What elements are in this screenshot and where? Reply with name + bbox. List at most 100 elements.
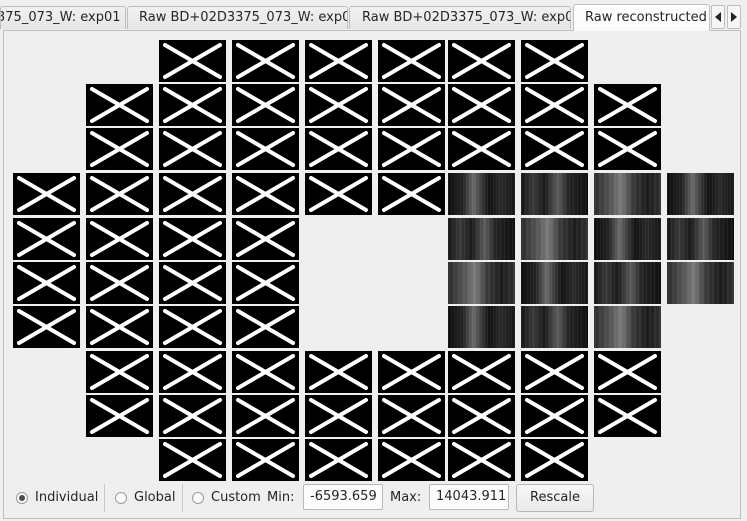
cross-icon [163, 221, 222, 257]
detector-chip-missing [521, 351, 588, 393]
cross-icon [382, 131, 441, 167]
cross-icon [382, 87, 441, 123]
reconstructed-view-panel [3, 30, 741, 519]
tab-exp01[interactable]: 375_073_W: exp01 [0, 6, 126, 29]
cross-icon [90, 221, 149, 257]
detector-chip-missing [86, 306, 153, 348]
min-input[interactable]: -6593.659 [303, 484, 383, 510]
detector-chip-missing [232, 40, 299, 82]
cross-icon [90, 354, 149, 390]
tab-exp02-label: Raw BD+02D3375_073_W: exp02 [139, 10, 348, 25]
cross-icon [236, 309, 295, 345]
detector-chip-missing [305, 351, 372, 393]
detector-chip-missing [232, 84, 299, 126]
cross-icon [236, 354, 295, 390]
cross-icon [236, 131, 295, 167]
radio-global-indicator[interactable] [115, 491, 127, 504]
detector-chip-missing [305, 40, 372, 82]
detector-chip-missing [378, 395, 445, 437]
detector-chip-missing [159, 128, 226, 170]
tab-scroll-left-button[interactable] [711, 5, 725, 29]
cross-icon [236, 442, 295, 478]
cross-icon [90, 309, 149, 345]
detector-chip-missing [448, 128, 515, 170]
detector-chip-image [594, 306, 661, 348]
cross-icon [163, 398, 222, 434]
radio-global[interactable]: Global [115, 490, 175, 505]
detector-chip-missing [594, 84, 661, 126]
tab-exp03[interactable]: Raw BD+02D3375_073_W: exp03 [349, 6, 571, 29]
tab-scroll-right-button[interactable] [727, 5, 741, 29]
detector-chip-missing [305, 84, 372, 126]
detector-chip-image [667, 173, 734, 215]
detector-chip-missing [86, 262, 153, 304]
detector-chip-missing [521, 439, 588, 481]
cross-icon [163, 87, 222, 123]
cross-icon [452, 442, 511, 478]
cross-icon [90, 131, 149, 167]
cross-icon [163, 309, 222, 345]
detector-chip-missing [159, 40, 226, 82]
detector-chip-image [594, 262, 661, 304]
cross-icon [163, 265, 222, 301]
detector-chip-image [521, 218, 588, 260]
detector-chip-image [521, 173, 588, 215]
detector-chip-missing [521, 128, 588, 170]
detector-chip-image [448, 262, 515, 304]
cross-icon [309, 87, 368, 123]
cross-icon [17, 221, 76, 257]
radio-individual-indicator[interactable] [16, 491, 28, 504]
detector-chip-missing [159, 351, 226, 393]
detector-chip-image [667, 262, 734, 304]
detector-chip-missing [521, 40, 588, 82]
cross-icon [90, 398, 149, 434]
cross-icon [163, 354, 222, 390]
radio-custom[interactable]: Custom [192, 490, 261, 505]
cross-icon [309, 131, 368, 167]
detector-chip-missing [86, 218, 153, 260]
detector-chip-missing [13, 218, 80, 260]
cross-icon [452, 87, 511, 123]
detector-chip-missing [232, 351, 299, 393]
cross-icon [309, 354, 368, 390]
radio-custom-indicator[interactable] [192, 491, 204, 504]
detector-chip-missing [594, 351, 661, 393]
tab-exp03-label: Raw BD+02D3375_073_W: exp03 [362, 10, 571, 25]
detector-chip-missing [448, 40, 515, 82]
cross-icon [309, 442, 368, 478]
detector-chip-missing [13, 173, 80, 215]
detector-chip-missing [232, 128, 299, 170]
cross-icon [598, 131, 657, 167]
detector-chip-missing [86, 395, 153, 437]
cross-icon [525, 442, 584, 478]
cross-icon [90, 87, 149, 123]
separator [104, 484, 105, 512]
tab-exp01-label: 375_073_W: exp01 [0, 10, 121, 25]
tab-raw-reconstructed-label: Raw reconstructed [585, 10, 707, 25]
detector-chip-missing [448, 395, 515, 437]
radio-individual[interactable]: Individual [16, 490, 98, 505]
detector-chip-missing [86, 173, 153, 215]
detector-chip-missing [448, 439, 515, 481]
cross-icon [236, 221, 295, 257]
cross-icon [163, 176, 222, 212]
detector-chip-missing [86, 84, 153, 126]
max-label: Max: [390, 490, 422, 505]
cross-icon [236, 87, 295, 123]
cross-icon [90, 176, 149, 212]
detector-chip-missing [378, 40, 445, 82]
cross-icon [17, 309, 76, 345]
radio-custom-label: Custom [211, 490, 261, 505]
cross-icon [452, 398, 511, 434]
cross-icon [17, 176, 76, 212]
max-input[interactable]: 14043.911 [429, 484, 509, 510]
detector-chip-missing [594, 128, 661, 170]
cross-icon [598, 398, 657, 434]
detector-chip-missing [305, 173, 372, 215]
cross-icon [309, 176, 368, 212]
tab-exp02[interactable]: Raw BD+02D3375_073_W: exp02 [127, 6, 348, 29]
cross-icon [382, 43, 441, 79]
detector-chip-missing [159, 395, 226, 437]
rescale-button[interactable]: Rescale [516, 484, 594, 512]
tab-raw-reconstructed[interactable]: Raw reconstructed [573, 4, 710, 31]
